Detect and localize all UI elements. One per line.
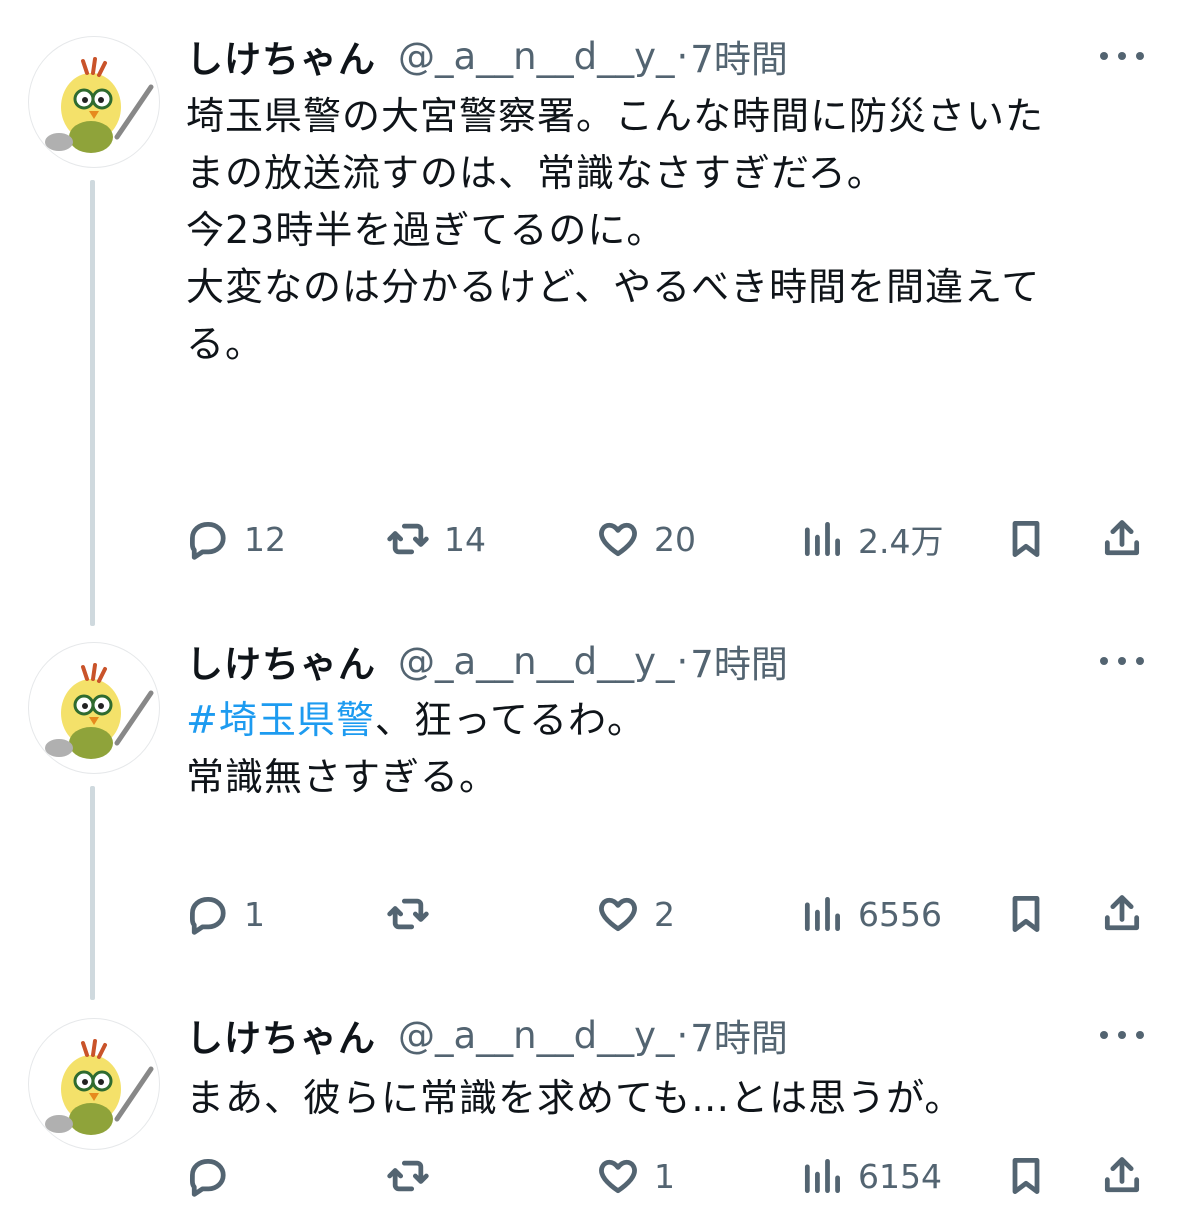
user-handle[interactable]: @_a__n__d__y_: [398, 640, 675, 683]
reply-button[interactable]: [186, 1151, 244, 1201]
like-icon: [599, 522, 637, 557]
like-button[interactable]: 2: [596, 889, 675, 939]
bookmark-icon: [1012, 521, 1040, 557]
bookmark-icon: [1012, 896, 1040, 932]
share-button[interactable]: [1100, 889, 1144, 939]
separator: ·: [676, 639, 689, 683]
share-button[interactable]: [1100, 1151, 1144, 1201]
reply-icon: [189, 1158, 226, 1197]
views-icon: [804, 1158, 840, 1194]
more-icon[interactable]: [1100, 46, 1144, 66]
tweet-header: しけちゃん @_a__n__d__y_ · 7時間: [186, 33, 788, 82]
retweet-button[interactable]: [386, 1151, 444, 1201]
retweet-button[interactable]: 14: [386, 514, 486, 564]
tweet-text: 埼玉県警の大宮警察署。こんな時間に防災さいた まの放送流すのは、常識なさすぎだろ…: [186, 88, 1136, 373]
chicken-avatar-image: [45, 57, 154, 153]
thread-line: [90, 786, 95, 1000]
retweet-icon: [387, 898, 429, 930]
retweet-count: 14: [444, 519, 486, 559]
timestamp[interactable]: 7時間: [690, 1008, 788, 1062]
text-line: る。: [186, 322, 265, 366]
text-line: まあ、彼らに常識を求めても…とは思うが。: [186, 1076, 964, 1120]
separator: ·: [676, 1013, 689, 1057]
timestamp[interactable]: 7時間: [690, 634, 788, 688]
timestamp[interactable]: 7時間: [690, 29, 788, 83]
text-line: 埼玉県警の大宮警察署。こんな時間に防災さいた: [186, 94, 1045, 138]
avatar[interactable]: [28, 1018, 160, 1150]
view-count: 6154: [858, 1156, 942, 1196]
tweet-text: まあ、彼らに常識を求めても…とは思うが。: [186, 1070, 1136, 1127]
avatar[interactable]: [28, 642, 160, 774]
like-icon: [599, 897, 637, 932]
like-count: 2: [654, 894, 675, 934]
action-bar: 1 2 6556: [186, 889, 1150, 939]
more-icon[interactable]: [1100, 651, 1144, 671]
views-icon: [804, 896, 840, 932]
display-name[interactable]: しけちゃん: [186, 634, 376, 688]
view-count: 2.4万: [858, 522, 944, 561]
retweet-icon: [387, 1160, 429, 1192]
bookmark-icon: [1012, 1158, 1040, 1194]
share-button[interactable]: [1100, 514, 1144, 564]
action-bar: 1 6154: [186, 1151, 1150, 1201]
reply-count: 1: [244, 894, 265, 934]
reply-button[interactable]: 12: [186, 514, 286, 564]
more-icon[interactable]: [1100, 1025, 1144, 1045]
reply-button[interactable]: 1: [186, 889, 265, 939]
tweet-header: しけちゃん @_a__n__d__y_ · 7時間: [186, 638, 788, 687]
like-icon: [599, 1159, 637, 1194]
text-line: 今23時半を過ぎてるのに。: [186, 208, 666, 252]
share-icon: [1104, 1157, 1140, 1193]
retweet-button[interactable]: [386, 889, 444, 939]
share-icon: [1104, 520, 1140, 556]
avatar[interactable]: [28, 36, 160, 168]
reply-icon: [189, 521, 226, 560]
views-button[interactable]: 2.4万: [800, 514, 943, 564]
chicken-avatar-image: [45, 1039, 154, 1135]
text-line: 大変なのは分かるけど、やるべき時間を間違えて: [186, 265, 1041, 309]
text-line: #埼玉県警、狂ってるわ。: [186, 692, 1136, 749]
hashtag-link[interactable]: #埼玉県警: [186, 698, 375, 742]
user-handle[interactable]: @_a__n__d__y_: [398, 1014, 675, 1057]
like-button[interactable]: 1: [596, 1151, 675, 1201]
bookmark-button[interactable]: [1004, 514, 1048, 564]
view-count: 6556: [858, 894, 942, 934]
text-line: 常識無さすぎる。: [186, 755, 499, 799]
like-count: 20: [654, 519, 696, 559]
tweet-header: しけちゃん @_a__n__d__y_ · 7時間: [186, 1012, 788, 1061]
bookmark-button[interactable]: [1004, 1151, 1048, 1201]
chicken-avatar-image: [45, 663, 154, 759]
reply-count: 12: [244, 519, 286, 559]
like-count: 1: [654, 1156, 675, 1196]
thread-line: [90, 180, 95, 626]
user-handle[interactable]: @_a__n__d__y_: [398, 35, 675, 78]
text-after-hashtag: 、狂ってるわ。: [374, 698, 646, 742]
bookmark-button[interactable]: [1004, 889, 1048, 939]
like-button[interactable]: 20: [596, 514, 696, 564]
text-line: まの放送流すのは、常識なさすぎだろ。: [186, 151, 886, 195]
views-icon: [804, 521, 840, 557]
views-button[interactable]: 6556: [800, 889, 942, 939]
views-button[interactable]: 6154: [800, 1151, 942, 1201]
retweet-icon: [387, 523, 429, 555]
share-icon: [1104, 895, 1140, 931]
display-name[interactable]: しけちゃん: [186, 29, 376, 83]
reply-icon: [189, 896, 226, 935]
display-name[interactable]: しけちゃん: [186, 1008, 376, 1062]
tweet-text: #埼玉県警、狂ってるわ。 常識無さすぎる。: [186, 692, 1136, 806]
action-bar: 12 14 20 2.4万: [186, 514, 1150, 564]
separator: ·: [676, 34, 689, 78]
